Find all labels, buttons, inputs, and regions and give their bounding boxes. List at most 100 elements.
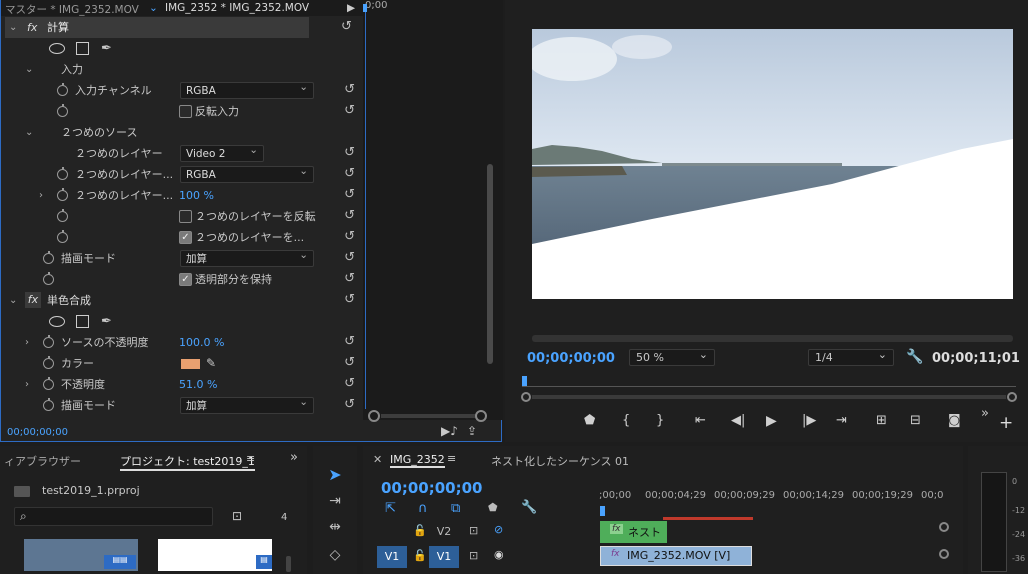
add-marker-icon[interactable]: ⬟: [584, 413, 595, 428]
go-to-in-icon[interactable]: ⇤: [695, 413, 706, 428]
fx-icon[interactable]: fx: [27, 17, 37, 38]
clip-nest[interactable]: fx ネスト: [600, 521, 667, 543]
stopwatch-icon[interactable]: [57, 104, 68, 117]
track-scroll-handle[interactable]: [939, 549, 949, 559]
reset-icon[interactable]: ↺: [344, 356, 355, 370]
color-swatch[interactable]: [181, 359, 200, 369]
play-audio-icon[interactable]: ▶♪: [441, 424, 458, 438]
ellipse-mask-icon[interactable]: [49, 43, 65, 54]
sync-lock-icon[interactable]: ⊡: [469, 549, 478, 562]
program-current-timecode[interactable]: 00;00;00;00: [527, 351, 615, 366]
reset-icon[interactable]: ↺: [344, 377, 355, 391]
camera-icon[interactable]: ◙: [948, 413, 961, 428]
reset-icon[interactable]: ↺: [344, 167, 355, 181]
input-channel-dropdown[interactable]: RGBA: [180, 79, 314, 99]
selection-tool-icon[interactable]: ➤: [323, 464, 347, 486]
stopwatch-icon[interactable]: [43, 356, 54, 369]
timeline-timecode[interactable]: 00;00;00;00: [381, 479, 483, 497]
reset-icon[interactable]: ↺: [344, 209, 355, 223]
blend-mode-dropdown[interactable]: 加算: [180, 247, 314, 267]
lift-icon[interactable]: ⊞: [876, 413, 887, 428]
program-video-frame[interactable]: [532, 29, 1013, 299]
chevron-down-icon[interactable]: ⌄: [25, 122, 33, 143]
effect-controls-timecode[interactable]: 00;00;00;00: [7, 427, 68, 438]
input-section-row[interactable]: ⌄ 入力: [5, 59, 359, 80]
monitor-time-ruler[interactable]: [522, 376, 1016, 390]
source-opacity-value[interactable]: 100.0 %: [179, 332, 224, 353]
reset-icon[interactable]: ↺: [344, 272, 355, 286]
stopwatch-icon[interactable]: [57, 209, 68, 222]
chevron-down-icon[interactable]: ⌄: [9, 290, 17, 311]
monitor-scrollbar[interactable]: [532, 335, 1013, 342]
extract-icon[interactable]: ⊟: [910, 413, 921, 428]
playhead-marker[interactable]: [522, 376, 527, 386]
pen-mask-icon[interactable]: ✒: [101, 38, 112, 59]
vertical-scrollbar[interactable]: [487, 164, 493, 364]
effect-timeline-strip[interactable]: 0;00: [363, 0, 503, 422]
reset-icon[interactable]: ↺: [344, 251, 355, 265]
reset-icon[interactable]: ↺: [344, 146, 355, 160]
stopwatch-icon[interactable]: [43, 251, 54, 264]
track-v2-label[interactable]: V2: [429, 521, 459, 543]
invert-input-checkbox[interactable]: [179, 105, 192, 118]
rectangle-mask-icon[interactable]: [76, 42, 89, 55]
zoom-dropdown[interactable]: 50 % ⌄: [629, 348, 715, 366]
tab-media-browser[interactable]: ィアブラウザー: [4, 453, 81, 469]
track-v1-label[interactable]: V1: [429, 546, 459, 568]
more-panels-icon[interactable]: »: [290, 450, 298, 465]
second-layer-invert-checkbox[interactable]: [179, 210, 192, 223]
tab-master[interactable]: マスター * IMG_2352.MOV: [5, 2, 139, 17]
tab-project[interactable]: プロジェクト: test2019_1: [120, 453, 255, 471]
project-search-input[interactable]: [14, 507, 213, 526]
project-scrollbar[interactable]: [286, 556, 291, 572]
clip-img-2352[interactable]: fx IMG_2352.MOV [V]: [600, 546, 752, 566]
razor-tool-icon[interactable]: ◇: [323, 544, 347, 566]
sync-lock-icon[interactable]: ⊡: [469, 524, 478, 537]
reset-icon[interactable]: ↺: [344, 230, 355, 244]
zoom-handle-right[interactable]: [475, 410, 487, 422]
stopwatch-icon[interactable]: [43, 272, 54, 285]
add-marker-icon[interactable]: ⬟: [488, 501, 498, 514]
reset-icon[interactable]: ↺: [344, 335, 355, 349]
more-controls-icon[interactable]: »: [981, 406, 989, 421]
stopwatch-icon[interactable]: [43, 398, 54, 411]
second-layer-opacity-value[interactable]: 100 %: [179, 185, 214, 206]
timeline-ruler[interactable]: ;00;00 00;00;04;29 00;00;09;29 00;00;14;…: [599, 490, 944, 506]
stopwatch-icon[interactable]: [43, 335, 54, 348]
go-to-out-icon[interactable]: ⇥: [836, 413, 847, 428]
chevron-down-icon[interactable]: ⌄: [149, 2, 158, 14]
ripple-edit-tool-icon[interactable]: ⇹: [323, 516, 347, 538]
reset-icon[interactable]: ↺: [344, 188, 355, 202]
effect-solid-composite-header[interactable]: ⌄ fx 単色合成 ↺: [5, 290, 359, 311]
zoom-handle-left[interactable]: [368, 410, 380, 422]
play-button[interactable]: ▶: [766, 413, 777, 429]
step-back-icon[interactable]: ◀|: [731, 413, 745, 428]
effect-calc-header[interactable]: ⌄ fx 計算: [5, 17, 309, 38]
preserve-transparency-checkbox[interactable]: ✓: [179, 273, 192, 286]
nest-toggle-icon[interactable]: ⇱: [385, 501, 396, 516]
playhead-marker[interactable]: [363, 4, 367, 12]
lock-icon[interactable]: 🔓: [413, 524, 427, 537]
lock-icon[interactable]: 🔓: [413, 549, 427, 562]
timeline-playhead[interactable]: [600, 506, 605, 516]
linked-selection-icon[interactable]: ⧉: [451, 501, 460, 516]
chevron-right-icon[interactable]: ›: [39, 185, 43, 206]
tab-clip[interactable]: IMG_2352 * IMG_2352.MOV: [165, 2, 309, 14]
resolution-dropdown[interactable]: 1/4 ⌄: [808, 348, 894, 366]
track-scroll-handle[interactable]: [939, 522, 949, 532]
timeline-settings-icon[interactable]: 🔧: [521, 500, 537, 515]
add-button-icon[interactable]: +: [999, 413, 1013, 433]
panel-menu-icon[interactable]: ≡: [447, 452, 456, 465]
stopwatch-icon[interactable]: [57, 83, 68, 96]
eye-hidden-icon[interactable]: ⊘: [494, 523, 503, 536]
eyedropper-icon[interactable]: ✎: [206, 353, 216, 374]
export-icon[interactable]: ⇪: [467, 424, 477, 438]
panel-menu-icon[interactable]: ≡: [246, 452, 255, 465]
stopwatch-icon[interactable]: [57, 230, 68, 243]
stopwatch-icon[interactable]: [43, 377, 54, 390]
step-forward-icon[interactable]: |▶: [802, 413, 816, 428]
chevron-right-icon[interactable]: ›: [25, 374, 29, 395]
playhead-line[interactable]: [365, 4, 366, 409]
play-only-icon[interactable]: ▶: [347, 2, 355, 14]
new-bin-icon[interactable]: ⊡: [232, 509, 242, 523]
